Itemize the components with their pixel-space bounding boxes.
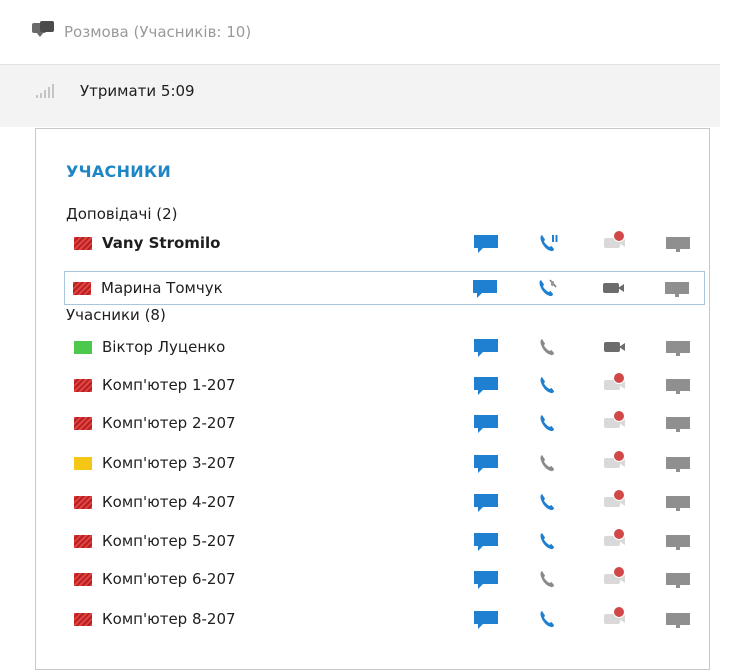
screen-share-icon[interactable] (666, 531, 690, 551)
video-icon[interactable] (601, 278, 625, 298)
panel-title: УЧАСНИКИ (66, 162, 172, 181)
video-unavailable-icon[interactable] (602, 410, 626, 433)
chat-icon[interactable] (474, 413, 498, 433)
presenters-group-label[interactable]: Доповідачі (2) (66, 205, 178, 223)
chat-icon[interactable] (474, 531, 498, 551)
participant-actions (474, 603, 690, 635)
presence-status-icon (74, 236, 92, 250)
presence-status-icon (74, 534, 92, 548)
participant-actions (474, 525, 690, 557)
chat-icon[interactable] (474, 233, 498, 253)
chat-icon[interactable] (474, 337, 498, 357)
hold-status[interactable]: Утримати 5:09 (36, 82, 195, 100)
phone-icon[interactable] (538, 375, 562, 395)
chat-icon[interactable] (474, 453, 498, 473)
participant-row[interactable]: Комп'ютер 1-207 (66, 369, 706, 401)
phone-icon[interactable] (538, 492, 562, 512)
participant-actions (474, 486, 690, 518)
screen-share-icon[interactable] (666, 375, 690, 395)
video-unavailable-icon[interactable] (602, 606, 626, 629)
presence-status-icon (73, 281, 91, 295)
conversation-header: Розмова (Учасників: 10) (0, 0, 720, 65)
chat-icon[interactable] (474, 609, 498, 629)
participant-name: Комп'ютер 2-207 (102, 414, 236, 432)
phone-icon[interactable] (538, 413, 562, 433)
participant-actions (474, 227, 690, 259)
presence-status-icon (74, 495, 92, 509)
screen-share-icon[interactable] (666, 453, 690, 473)
video-unavailable-icon[interactable] (602, 528, 626, 551)
presence-status-icon (74, 378, 92, 392)
participant-row[interactable]: Віктор Луценко (66, 331, 706, 363)
conversation-title: Розмова (Учасників: 10) (64, 23, 252, 41)
participant-name: Комп'ютер 5-207 (102, 532, 236, 550)
participant-name: Віктор Луценко (102, 338, 226, 356)
participant-actions (474, 563, 690, 595)
conversation-icon (32, 21, 56, 43)
participant-row[interactable]: Комп'ютер 3-207 (66, 447, 706, 479)
chat-icon[interactable] (474, 492, 498, 512)
phone-icon[interactable] (538, 453, 562, 473)
screen-share-icon[interactable] (666, 609, 690, 629)
participant-row[interactable]: Комп'ютер 6-207 (66, 563, 706, 595)
participant-row[interactable]: Комп'ютер 5-207 (66, 525, 706, 557)
participant-name: Vany Stromilo (102, 234, 221, 252)
attendees-group-label[interactable]: Учасники (8) (66, 306, 166, 324)
video-unavailable-icon[interactable] (602, 566, 626, 589)
participant-actions (474, 331, 690, 363)
participant-name: Комп'ютер 3-207 (102, 454, 236, 472)
video-icon[interactable] (602, 337, 626, 357)
phone-icon[interactable] (538, 531, 562, 551)
participants-panel: УЧАСНИКИ Доповідачі (2) Учасники (8) Van… (35, 128, 710, 670)
signal-strength-icon (36, 84, 64, 98)
participant-actions (473, 272, 689, 304)
phone-icon[interactable] (538, 337, 562, 357)
video-unavailable-icon[interactable] (602, 230, 626, 253)
video-unavailable-icon[interactable] (602, 372, 626, 395)
participant-row[interactable]: Комп'ютер 8-207 (66, 603, 706, 635)
screen-share-icon[interactable] (666, 233, 690, 253)
participant-name: Комп'ютер 1-207 (102, 376, 236, 394)
screen-share-icon[interactable] (665, 278, 689, 298)
presence-status-icon (74, 612, 92, 626)
call-status-bar: Утримати 5:09 (0, 65, 720, 127)
video-unavailable-icon[interactable] (602, 450, 626, 473)
participant-actions (474, 407, 690, 439)
participant-name: Комп'ютер 6-207 (102, 570, 236, 588)
screen-share-icon[interactable] (666, 492, 690, 512)
conversation-title-area: Розмова (Учасників: 10) (32, 21, 251, 43)
screen-share-icon[interactable] (666, 337, 690, 357)
presence-status-icon (74, 416, 92, 430)
chat-icon[interactable] (473, 278, 497, 298)
screen-share-icon[interactable] (666, 569, 690, 589)
participant-row[interactable]: Комп'ютер 4-207 (66, 486, 706, 518)
phone-icon[interactable] (538, 569, 562, 589)
phone-icon[interactable] (538, 609, 562, 629)
phone-muted-icon[interactable] (537, 278, 561, 298)
phone-hold-icon[interactable] (538, 233, 562, 253)
chat-icon[interactable] (474, 569, 498, 589)
participant-row[interactable]: Марина Томчук (64, 271, 705, 305)
participant-row[interactable]: Комп'ютер 2-207 (66, 407, 706, 439)
chat-icon[interactable] (474, 375, 498, 395)
hold-label: Утримати 5:09 (80, 82, 195, 100)
presence-status-icon (74, 340, 92, 354)
participant-actions (474, 369, 690, 401)
video-unavailable-icon[interactable] (602, 489, 626, 512)
participant-name: Комп'ютер 4-207 (102, 493, 236, 511)
participant-row[interactable]: Vany Stromilo (66, 227, 706, 259)
participant-name: Марина Томчук (101, 279, 223, 297)
participant-actions (474, 447, 690, 479)
presence-status-icon (74, 572, 92, 586)
screen-share-icon[interactable] (666, 413, 690, 433)
participant-name: Комп'ютер 8-207 (102, 610, 236, 628)
presence-status-icon (74, 456, 92, 470)
